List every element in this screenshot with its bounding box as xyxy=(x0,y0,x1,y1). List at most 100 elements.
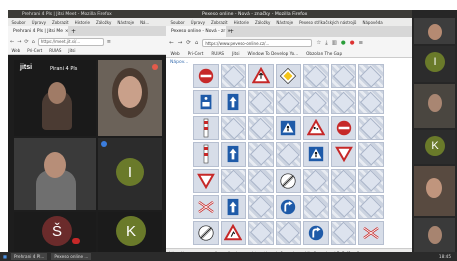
side-avatar-i-tile[interactable]: I xyxy=(414,46,455,82)
pexeso-card-yield-icon[interactable] xyxy=(193,168,219,193)
bookmark-2[interactable]: RUIAS xyxy=(48,48,63,53)
pexeso-card-speed-end-icon[interactable] xyxy=(275,168,302,193)
menu-item-1[interactable]: Úpravy xyxy=(189,20,206,25)
pexeso-card-turn-right-icon[interactable] xyxy=(275,194,302,219)
pexeso-card-facedown[interactable] xyxy=(330,194,357,219)
pexeso-card-facedown[interactable] xyxy=(303,194,329,219)
pexeso-card-facedown[interactable] xyxy=(275,90,302,115)
pexeso-card-facedown[interactable] xyxy=(220,168,247,193)
pexeso-card-facedown[interactable] xyxy=(303,90,329,115)
tab-pexeso[interactable]: Pexeso online - Nová - zr × xyxy=(166,26,231,37)
side-avatar-k-tile[interactable]: K xyxy=(414,130,455,164)
menu-item-1[interactable]: Úpravy xyxy=(30,20,47,25)
forward-icon[interactable]: → xyxy=(178,40,183,46)
menu-item-0[interactable]: Soubor xyxy=(169,20,186,25)
menu-item-4[interactable]: Záložky xyxy=(95,20,113,25)
pexeso-card-warn-ped-icon[interactable] xyxy=(303,142,329,167)
bookmark-3[interactable]: Jitsi xyxy=(67,48,77,53)
pexeso-card-oneway-up-icon[interactable] xyxy=(220,142,247,167)
pexeso-card-warn-merge-icon[interactable] xyxy=(248,64,274,89)
pexeso-card-warn-ped-icon[interactable] xyxy=(275,116,302,141)
reload-icon[interactable]: ⟳ xyxy=(24,39,28,45)
pexeso-card-noentry-icon[interactable] xyxy=(193,64,219,89)
avatar-tile-s[interactable]: Š xyxy=(14,212,96,252)
page-header[interactable]: Nápov... xyxy=(170,60,188,65)
menu-item-2[interactable]: Zobrazit xyxy=(209,20,229,25)
pexeso-card-speed-end-icon[interactable] xyxy=(193,220,219,245)
side-video-mid[interactable] xyxy=(414,84,455,128)
tab-jitsi[interactable]: Prehrani 4 Pls | Jitsi Me × xyxy=(8,26,69,36)
menu-item-2[interactable]: Zobrazit xyxy=(50,20,70,25)
pexeso-card-facedown[interactable] xyxy=(358,64,384,89)
hangup-button[interactable] xyxy=(72,238,80,244)
bookmark-3[interactable]: Jitsi xyxy=(231,51,241,56)
pexeso-card-warn-works-icon[interactable] xyxy=(220,220,247,245)
back-icon[interactable]: ← xyxy=(10,39,14,45)
pexeso-card-facedown[interactable] xyxy=(248,142,274,167)
pexeso-card-facedown[interactable] xyxy=(358,168,384,193)
new-tab-button[interactable]: + xyxy=(68,28,76,35)
pexeso-card-facedown[interactable] xyxy=(358,90,384,115)
download-icon[interactable]: ⤓ xyxy=(325,40,327,47)
pexeso-card-turn-right-icon[interactable] xyxy=(303,220,329,245)
reload-icon[interactable]: ⟳ xyxy=(186,40,191,46)
menu-item-6[interactable]: Pexeso stříkačských nástrojů xyxy=(298,20,358,25)
avatar-tile-k[interactable]: K xyxy=(98,212,162,252)
side-video-bottom[interactable] xyxy=(414,166,455,216)
home-icon[interactable]: ⌂ xyxy=(32,39,35,45)
video-tile-girl[interactable] xyxy=(98,60,162,136)
extension-icon[interactable]: ● xyxy=(350,40,355,46)
menu-item-5[interactable]: Nástroje xyxy=(116,20,136,25)
bookmark-0[interactable]: Web xyxy=(10,48,22,53)
pexeso-card-crossing-icon[interactable] xyxy=(358,220,384,245)
extension-icon[interactable]: ● xyxy=(341,40,346,46)
pexeso-card-facedown[interactable] xyxy=(330,220,357,245)
pexeso-card-facedown[interactable] xyxy=(358,116,384,141)
pexeso-card-yellow-post-icon[interactable] xyxy=(193,142,219,167)
back-icon[interactable]: ← xyxy=(169,40,174,46)
pexeso-card-facedown[interactable] xyxy=(275,142,302,167)
pexeso-card-yellow-post-icon[interactable] xyxy=(193,116,219,141)
menu-item-3[interactable]: Historie xyxy=(73,20,91,25)
home-icon[interactable]: ⌂ xyxy=(195,40,199,46)
video-tile-main[interactable]: jitsi Pirani 4 Pls xyxy=(14,60,96,136)
bookmark-4[interactable]: Window To Develop Yo... xyxy=(246,51,300,56)
bookmark-5[interactable]: Obzolan The Gap xyxy=(305,51,344,56)
pexeso-card-facedown[interactable] xyxy=(303,168,329,193)
pexeso-card-facedown[interactable] xyxy=(275,220,302,245)
menu-icon[interactable]: ≡ xyxy=(107,39,111,45)
pexeso-card-priority-icon[interactable] xyxy=(275,64,302,89)
menu-item-5[interactable]: Nástroje xyxy=(275,20,295,25)
pexeso-card-yield-icon[interactable] xyxy=(330,142,357,167)
menu-item-4[interactable]: Záložky xyxy=(254,20,272,25)
bookmark-2[interactable]: RUIAS xyxy=(210,51,226,56)
pexeso-card-facedown[interactable] xyxy=(248,116,274,141)
bookmark-0[interactable]: Web xyxy=(169,51,181,56)
pexeso-card-facedown[interactable] xyxy=(330,90,357,115)
pexeso-card-facedown[interactable] xyxy=(248,168,274,193)
pexeso-card-ped-icon[interactable] xyxy=(193,90,219,115)
side-video-last[interactable] xyxy=(414,218,455,256)
forward-icon[interactable]: → xyxy=(17,39,21,45)
pexeso-card-noentry-icon[interactable] xyxy=(330,116,357,141)
pexeso-card-oneway-up-icon[interactable] xyxy=(220,90,247,115)
task-jitsi[interactable]: Prehrani 4 Pl... xyxy=(10,253,48,260)
menu-item-7[interactable]: Nápověda xyxy=(361,20,384,25)
menu-item-3[interactable]: Historie xyxy=(232,20,250,25)
bookmark-1[interactable]: Pri-Cert xyxy=(26,48,44,53)
pexeso-card-facedown[interactable] xyxy=(248,90,274,115)
pexeso-card-warn-children-icon[interactable] xyxy=(303,116,329,141)
new-tab-button[interactable]: + xyxy=(226,28,234,35)
bookmark-star-icon[interactable]: ☆ xyxy=(316,40,321,46)
pexeso-card-oneway-up-icon[interactable] xyxy=(220,194,247,219)
pexeso-card-facedown[interactable] xyxy=(248,220,274,245)
task-pexeso[interactable]: Pexeso online ... xyxy=(51,253,92,260)
pexeso-card-facedown[interactable] xyxy=(303,64,329,89)
pexeso-card-crossing-icon[interactable] xyxy=(193,194,219,219)
video-tile-boy[interactable] xyxy=(14,138,96,210)
pexeso-card-facedown[interactable] xyxy=(220,116,247,141)
pexeso-card-facedown[interactable] xyxy=(220,64,247,89)
pexeso-card-facedown[interactable] xyxy=(330,168,357,193)
pexeso-card-facedown[interactable] xyxy=(358,142,384,167)
bookmark-1[interactable]: Pri-Cert xyxy=(186,51,205,56)
